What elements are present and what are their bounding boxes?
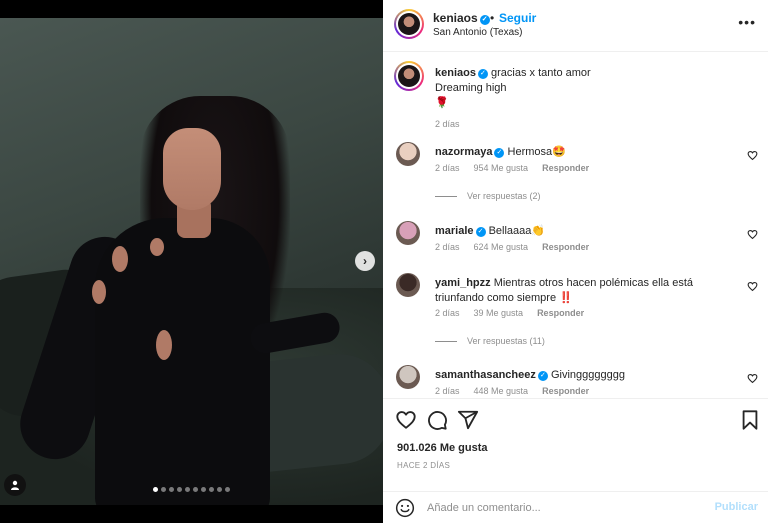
- commenter-avatar[interactable]: [396, 365, 420, 389]
- comment-body: Hermosa🤩: [507, 146, 566, 158]
- post-media-area: ›: [0, 0, 383, 523]
- dress-cutout: [112, 246, 128, 272]
- commenter-avatar[interactable]: [396, 221, 420, 245]
- caption-text: keniaos ✓ gracias x tanto amor Dreaming h…: [435, 66, 745, 111]
- verified-badge-icon: ✓: [477, 69, 488, 79]
- verified-badge-icon: ✓: [479, 15, 490, 25]
- commenter-avatar[interactable]: [396, 142, 420, 166]
- bookmark-icon[interactable]: [739, 409, 761, 431]
- post-details-panel: keniaos ✓ • Seguir San Antonio (Texas) ••…: [383, 0, 768, 523]
- view-replies-button[interactable]: Ver respuestas (2): [435, 191, 541, 201]
- commenter-username[interactable]: yami_hpzz: [435, 277, 491, 289]
- rose-emoji: 🌹: [435, 97, 449, 109]
- follow-button[interactable]: Seguir: [499, 11, 536, 25]
- heart-icon[interactable]: [747, 148, 758, 161]
- send-icon[interactable]: [457, 409, 479, 431]
- carousel-dot: [153, 487, 158, 492]
- caption-username[interactable]: keniaos: [435, 67, 476, 79]
- like-count[interactable]: 901.026 Me gusta: [397, 442, 488, 454]
- post-photo[interactable]: [0, 18, 383, 505]
- reply-button[interactable]: Responder: [542, 242, 589, 252]
- comment-meta: 2 días 448 Me gusta Responder: [435, 386, 589, 396]
- person-face: [163, 128, 221, 210]
- heart-icon[interactable]: [747, 371, 758, 384]
- caption-line-1: gracias x tanto amor: [491, 67, 591, 79]
- carousel-dot: [217, 487, 222, 492]
- dress-cutout: [92, 280, 106, 304]
- comment-like-count[interactable]: 39 Me gusta: [474, 308, 524, 318]
- tagged-users-button[interactable]: [4, 474, 26, 496]
- comment-text: samanthasancheez ✓ Givingggggggg: [435, 368, 725, 383]
- carousel-dot: [161, 487, 166, 492]
- post-location[interactable]: San Antonio (Texas): [433, 27, 523, 38]
- comment-timestamp[interactable]: 2 días: [435, 386, 460, 396]
- carousel-dot: [225, 487, 230, 492]
- view-replies-label[interactable]: Ver respuestas (11): [467, 336, 545, 346]
- more-horizontal-icon[interactable]: •••: [738, 14, 756, 30]
- post-age[interactable]: HACE 2 DÍAS: [397, 461, 450, 470]
- caption-author-avatar[interactable]: [394, 61, 424, 91]
- commenter-avatar[interactable]: [396, 273, 420, 297]
- author-avatar[interactable]: [394, 9, 424, 39]
- carousel-dot: [201, 487, 206, 492]
- comments-section[interactable]: keniaos ✓ gracias x tanto amor Dreaming h…: [383, 53, 768, 398]
- comment-body: Bellaaaa👏: [488, 225, 546, 237]
- comment-text: mariale ✓ Bellaaaa👏: [435, 224, 725, 239]
- heart-icon[interactable]: [395, 409, 417, 431]
- verified-badge-icon: ✓: [537, 371, 548, 381]
- comment-body: Givingggggggg: [550, 369, 625, 381]
- post-header: keniaos ✓ • Seguir San Antonio (Texas) ••…: [383, 0, 768, 52]
- author-username-text[interactable]: keniaos: [433, 11, 478, 25]
- caption-line-2: Dreaming high: [435, 82, 507, 94]
- commenter-username[interactable]: samanthasancheez: [435, 369, 536, 381]
- comment-meta: 2 días 624 Me gusta Responder: [435, 242, 589, 252]
- carousel-indicator: [0, 487, 383, 492]
- publish-button[interactable]: Publicar: [715, 501, 758, 513]
- dress-cutout: [150, 238, 164, 256]
- commenter-username[interactable]: nazormaya: [435, 146, 492, 158]
- chevron-right-icon: ›: [363, 254, 367, 268]
- post-actions: 901.026 Me gusta HACE 2 DÍAS Publicar: [383, 398, 768, 523]
- carousel-dot: [169, 487, 174, 492]
- emoji-icon[interactable]: [395, 498, 415, 518]
- reply-button[interactable]: Responder: [537, 308, 584, 318]
- comment-timestamp[interactable]: 2 días: [435, 163, 460, 173]
- reply-button[interactable]: Responder: [542, 163, 589, 173]
- verified-badge-icon: ✓: [475, 227, 486, 237]
- comment-like-count[interactable]: 624 Me gusta: [474, 242, 529, 252]
- carousel-dot: [177, 487, 182, 492]
- view-replies-button[interactable]: Ver respuestas (11): [435, 336, 545, 346]
- separator-dot: •: [490, 11, 495, 25]
- comment-like-count[interactable]: 448 Me gusta: [474, 386, 529, 396]
- caption-timestamp[interactable]: 2 días: [435, 119, 460, 129]
- author-username[interactable]: keniaos ✓: [433, 11, 490, 25]
- replies-divider: [435, 195, 457, 197]
- dress-cutout: [156, 330, 172, 360]
- comment-meta: 2 días 954 Me gusta Responder: [435, 163, 589, 173]
- comment-input[interactable]: [427, 499, 697, 517]
- comment-meta: 2 días 39 Me gusta Responder: [435, 308, 584, 318]
- comment-icon[interactable]: [426, 409, 448, 431]
- heart-icon[interactable]: [747, 227, 758, 240]
- replies-divider: [435, 340, 457, 342]
- carousel-dot: [193, 487, 198, 492]
- comment-text: yami_hpzz Mientras otros hacen polémicas…: [435, 276, 725, 306]
- comment-text: nazormaya ✓ Hermosa🤩: [435, 145, 725, 160]
- carousel-dot: [209, 487, 214, 492]
- view-replies-label[interactable]: Ver respuestas (2): [467, 191, 541, 201]
- heart-icon[interactable]: [747, 279, 758, 292]
- add-comment-bar: Publicar: [383, 491, 768, 523]
- verified-badge-icon: ✓: [494, 148, 505, 158]
- commenter-username[interactable]: mariale: [435, 225, 474, 237]
- carousel-next-button[interactable]: ›: [355, 251, 375, 271]
- comment-timestamp[interactable]: 2 días: [435, 242, 460, 252]
- carousel-dot: [185, 487, 190, 492]
- comment-timestamp[interactable]: 2 días: [435, 308, 460, 318]
- comment-like-count[interactable]: 954 Me gusta: [474, 163, 529, 173]
- reply-button[interactable]: Responder: [542, 386, 589, 396]
